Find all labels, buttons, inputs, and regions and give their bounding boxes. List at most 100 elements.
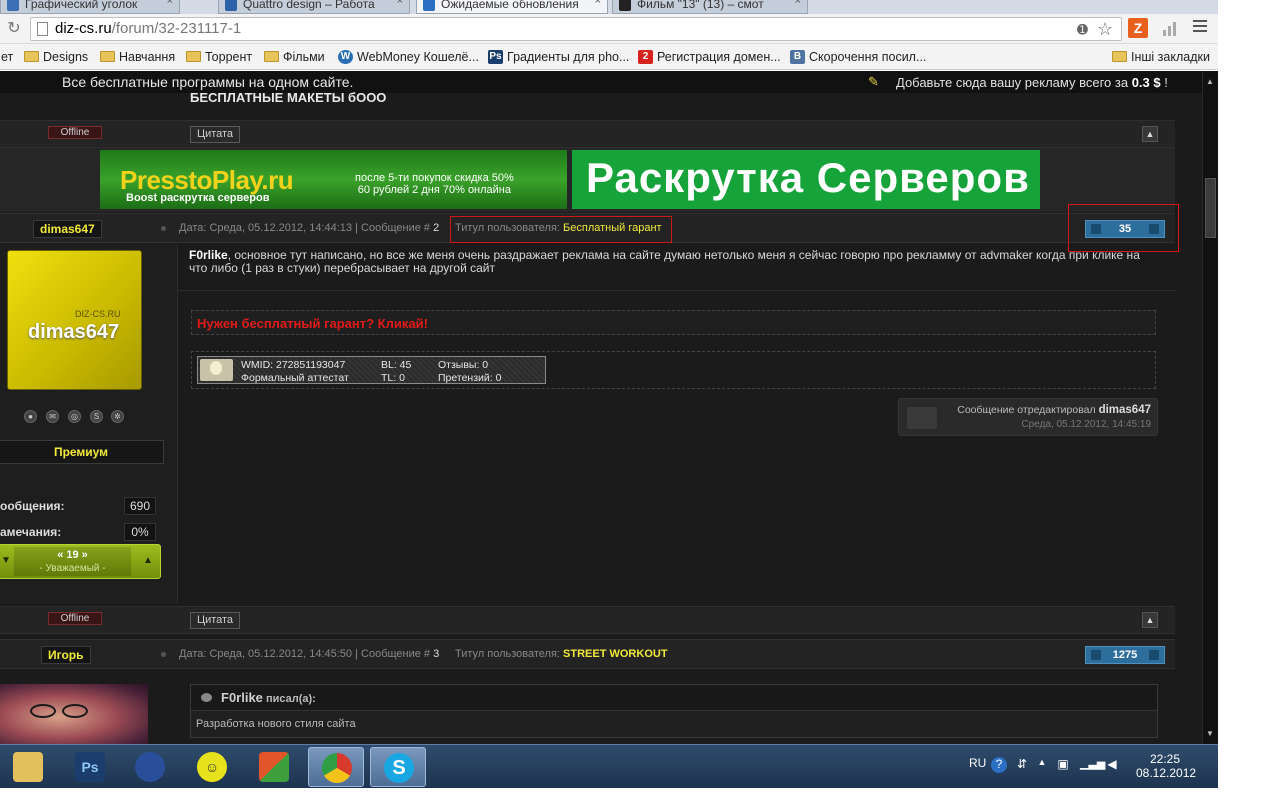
ad-offer-price: 0.3 $ [1131, 75, 1161, 90]
device-icon[interactable]: ▣ [1055, 757, 1071, 773]
guarantee-banner[interactable]: Нужен бесплатный гарант? Кликай! [191, 310, 1156, 335]
post-date: Дата: Среда, 05.12.2012, 14:44:13 | Сооб… [179, 222, 434, 234]
previous-post-text: БЕСПЛАТНЫЕ МАКЕТЫ бООО [190, 90, 387, 105]
wm-reviews: Отзывы: 0 [438, 359, 489, 371]
bookmark-item[interactable]: B Скорочення посил... [790, 48, 926, 66]
taskbar-smiley[interactable]: ☺ [184, 747, 240, 787]
close-icon[interactable]: × [595, 0, 601, 7]
bookmark-item[interactable]: Designs [24, 48, 88, 66]
wm-bl: BL: 45 [381, 359, 412, 371]
settings-icon[interactable]: ✲ [111, 410, 124, 423]
tab-film-13[interactable]: Фильм "13" (13) – смот × [612, 0, 808, 14]
ad-promo: после 5-ти покупок скидка 50% 60 рублей … [355, 172, 514, 196]
post-author[interactable]: Игорь [41, 646, 91, 664]
help-icon[interactable]: ? [991, 757, 1007, 773]
tab-expected-updates[interactable]: Ожидаемые обновления × [416, 0, 608, 14]
pin-icon[interactable]: ⇵ [1014, 757, 1030, 773]
ad-server-promotion-banner[interactable]: Раскрутка Серверов [572, 150, 1040, 209]
ad-offer-suffix: ! [1160, 75, 1168, 90]
avatar-icon [200, 359, 233, 381]
avatar-name: dimas647 [28, 321, 120, 343]
quote-button[interactable]: Цитата [190, 126, 240, 143]
quote-author-name[interactable]: F0rlike [221, 690, 263, 705]
taskbar-photoshop[interactable]: Ps [62, 747, 118, 787]
address-bar[interactable]: diz-cs.ru/forum/32-231117-1 ➊ ☆ [30, 17, 1122, 41]
bookmark-item[interactable]: 2 Регистрация домен... [638, 48, 781, 66]
clock[interactable]: 22:25 08.12.2012 [1136, 752, 1196, 780]
skype-icon[interactable]: S [90, 410, 103, 423]
edited-user[interactable]: dimas647 [1099, 404, 1151, 416]
quote-text: Разработка нового стиля сайта [196, 718, 356, 730]
close-icon[interactable]: × [795, 0, 801, 7]
post-header: Игорь Дата: Среда, 05.12.2012, 14:45:50 … [0, 639, 1175, 669]
post-number[interactable]: 3 [433, 648, 439, 660]
taskbar-windows-update[interactable] [246, 747, 302, 787]
remarks-value: 0% [124, 523, 156, 541]
thumb-down-icon[interactable]: ▼ [0, 553, 13, 569]
user-info-column: DIZ-CS.RU dimas647 ● ✉ ◎ S ✲ Премиум ооб… [0, 244, 178, 603]
extension-z-icon[interactable]: Z [1128, 18, 1148, 38]
bookmark-item[interactable]: Ps Градиенты для pho... [488, 48, 629, 66]
scroll-down-arrow-icon[interactable]: ▼ [1206, 729, 1215, 738]
thumb-up-icon[interactable]: ▲ [141, 553, 155, 569]
quote-button[interactable]: Цитата [190, 612, 240, 629]
post-body: F0rlike, основное тут написано, но все ж… [178, 244, 1175, 603]
language-indicator[interactable]: RU [969, 756, 986, 770]
website-icon[interactable]: ◎ [68, 410, 81, 423]
thumb-up-icon[interactable] [1149, 650, 1159, 660]
bookmark-item[interactable]: W WebMoney Кошелё... [338, 48, 479, 66]
avatar: DIZ-CS.RU dimas647 [7, 250, 142, 390]
mail-icon[interactable]: ✉ [46, 410, 59, 423]
guarantee-link[interactable]: Нужен бесплатный гарант? Кликай! [197, 316, 428, 331]
thumb-up-icon[interactable] [1149, 224, 1159, 234]
info-icon[interactable]: ➊ [1077, 22, 1088, 38]
scroll-up-button[interactable]: ▲ [1142, 126, 1158, 142]
bookmark-label: ет [1, 50, 14, 64]
volume-icon[interactable]: ◀ [1104, 757, 1120, 773]
reputation-count: « 19 » [57, 549, 88, 561]
tab-graphics-corner[interactable]: Графический уголок × [0, 0, 180, 14]
bookmark-item[interactable]: Торрент [186, 48, 252, 66]
signal-bars-icon[interactable] [1162, 20, 1180, 36]
menu-icon[interactable] [1193, 20, 1207, 34]
post-author[interactable]: dimas647 [33, 220, 102, 238]
post-header: dimas647 Дата: Среда, 05.12.2012, 14:44:… [0, 204, 1179, 252]
close-icon[interactable]: × [167, 0, 173, 7]
tab-quattro-design[interactable]: Quattro design – Работа × [218, 0, 410, 14]
ad-strip: PresstoPlay.ru Boost раскрутка серверов … [0, 148, 1175, 212]
scroll-up-arrow-icon[interactable]: ▲ [1206, 77, 1215, 86]
ad-subtitle: Boost раскрутка серверов [126, 192, 270, 204]
taskbar-skype[interactable]: S [370, 747, 426, 787]
star-icon[interactable]: ☆ [1097, 19, 1113, 40]
bookmark-item[interactable]: Інші закладки [1112, 48, 1210, 66]
taskbar-firefox[interactable] [122, 747, 178, 787]
close-icon[interactable]: × [397, 0, 403, 7]
edited-by: Сообщение отредактировал dimas647 [957, 404, 1151, 416]
network-icon[interactable]: ▁▃▅ [1080, 757, 1105, 773]
taskbar-explorer[interactable] [0, 747, 56, 787]
reload-icon[interactable]: ↻ [4, 19, 24, 39]
ad-offer-link[interactable]: Добавьте сюда вашу рекламу всего за 0.3 … [896, 75, 1168, 90]
bookmark-item[interactable]: Навчання [100, 48, 175, 66]
browser-toolbar: ↻ diz-cs.ru/forum/32-231117-1 ➊ ☆ Z [0, 14, 1218, 44]
page-scrollbar[interactable]: ▲ ▼ [1202, 71, 1218, 744]
scrollbar-thumb[interactable] [1205, 178, 1216, 238]
explorer-icon [13, 752, 43, 782]
signature-divider [178, 290, 1175, 291]
webmoney-badge[interactable]: WMID: 272851193047 Формальный аттестат B… [197, 356, 546, 384]
address-url[interactable]: diz-cs.ru/forum/32-231117-1 [55, 20, 241, 37]
scroll-up-button[interactable]: ▲ [1142, 612, 1158, 628]
taskbar-chrome[interactable] [308, 747, 364, 787]
edited-date: Среда, 05.12.2012, 14:45:19 [1021, 419, 1151, 430]
bookmark-label: Скорочення посил... [809, 50, 927, 64]
ad-presstoplay-banner[interactable]: PresstoPlay.ru Boost раскрутка серверов … [100, 150, 567, 209]
post-number[interactable]: 2 [433, 222, 439, 234]
bookmark-item[interactable]: ет [0, 48, 13, 66]
ad-promo-line: после 5-ти покупок скидка 50% [355, 172, 514, 184]
show-hidden-icons[interactable]: ▲ [1034, 757, 1050, 773]
post-footer-row: Offline Цитата ▲ [0, 120, 1175, 148]
mentioned-user[interactable]: F0rlike [189, 248, 228, 262]
profile-icon[interactable]: ● [24, 410, 37, 423]
bookmark-item[interactable]: Фільми [264, 48, 325, 66]
ad-offer-text: Добавьте сюда вашу рекламу всего за [896, 75, 1132, 90]
